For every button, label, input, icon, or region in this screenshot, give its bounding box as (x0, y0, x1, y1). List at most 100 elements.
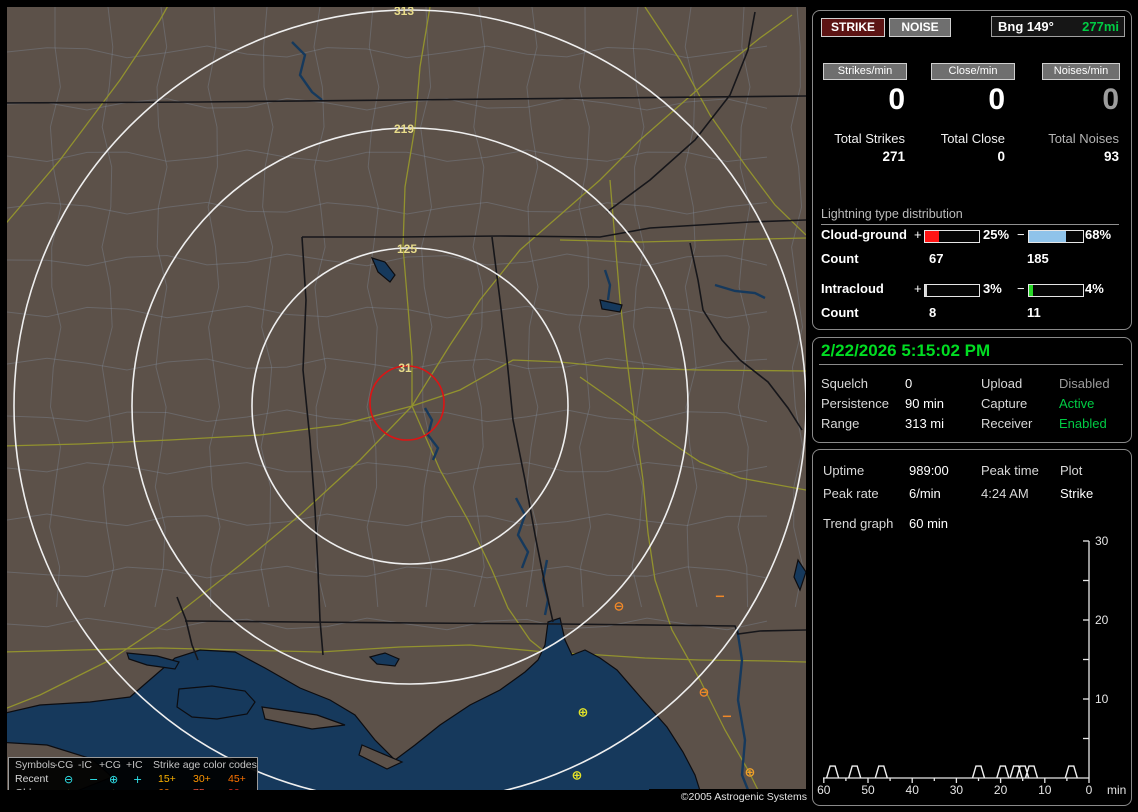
trend-graph: 10 20 30 0 10 20 30 40 50 60 min (817, 534, 1126, 797)
noises-per-min-value: 0 (1102, 83, 1119, 116)
svg-text:10: 10 (1095, 692, 1109, 706)
legend-col-pos-cg: +CG (99, 759, 121, 771)
ic-pos-sign: + (914, 281, 922, 296)
strike-stats-panel: STRIKE NOISE Bng 149° 277mi Strikes/min … (812, 10, 1132, 330)
trend-peaks (825, 765, 1078, 779)
svg-text:0: 0 (1086, 783, 1093, 797)
total-strikes-value: 271 (882, 149, 905, 164)
status-row-persistence: Persistence 90 min Capture Active (813, 396, 1119, 411)
old-circle-minus-icon: ⊖ (64, 787, 73, 790)
strikes-per-min-value: 0 (888, 83, 905, 116)
strike-symbol-circle-plus: ⊕ (744, 765, 756, 781)
receiver-label: Receiver (981, 416, 1033, 431)
strike-symbols-layer: ⊖ − ⊖ − ⊕ ⊕ ⊕ (7, 7, 806, 790)
trend-panel: Uptime 989:00 Peak time Plot Peak rate 6… (812, 449, 1132, 806)
strike-mode-button[interactable]: STRIKE (821, 18, 885, 37)
ic-pos-count: 8 (929, 305, 937, 320)
ic-count-label: Count (821, 305, 859, 320)
persistence-label: Persistence (821, 396, 889, 411)
squelch-value: 0 (905, 376, 913, 391)
strike-symbol-minus: − (721, 709, 733, 725)
ic-neg-percent: 4% (1085, 281, 1104, 296)
recent-circle-minus-icon: ⊖ (64, 773, 74, 786)
range-value: 313 mi (905, 416, 945, 431)
old-plus-icon: + (133, 787, 142, 790)
total-noises-label: Total Noises (1048, 131, 1119, 146)
ic-pos-bar (924, 284, 980, 297)
legend-col-neg-cg: -CG (54, 759, 74, 771)
strike-symbol-circle-minus: ⊖ (698, 685, 710, 701)
legend-col-neg-ic: -IC (78, 759, 92, 771)
svg-text:10: 10 (1038, 783, 1052, 797)
total-close-value: 0 (997, 149, 1005, 164)
cg-pos-count: 67 (929, 251, 944, 266)
old-circle-plus-icon: ⊕ (109, 787, 118, 790)
svg-text:min: min (1107, 783, 1126, 797)
datetime-display: 2/22/2026 5:15:02 PM (821, 341, 991, 360)
ic-neg-bar (1028, 284, 1084, 297)
recent-plus-icon: + (133, 773, 143, 786)
ic-neg-count: 11 (1027, 305, 1041, 320)
bearing-value: Bng 149° (998, 19, 1054, 34)
close-per-min-button[interactable]: Close/min (931, 63, 1015, 80)
age-code-90: 90+ (228, 787, 246, 790)
noise-mode-button[interactable]: NOISE (889, 18, 951, 37)
cg-neg-bar (1028, 230, 1084, 243)
cg-neg-percent: 68% (1085, 227, 1112, 242)
cg-neg-count: 185 (1027, 251, 1049, 266)
legend-row-recent-label: Recent (15, 773, 49, 785)
receiver-status: Enabled (1059, 416, 1107, 431)
copyright-text: ©2005 Astrogenic Systems (649, 789, 810, 806)
total-close-label: Total Close (940, 131, 1005, 146)
age-code-15: 15+ (158, 773, 176, 785)
noises-per-min-button[interactable]: Noises/min (1042, 63, 1120, 80)
cg-pos-percent: 25% (983, 227, 1010, 242)
total-noises-value: 93 (1103, 149, 1119, 164)
capture-status: Active (1059, 396, 1095, 411)
age-code-30: 30+ (193, 773, 211, 785)
upload-label: Upload (981, 376, 1023, 391)
svg-text:30: 30 (1095, 534, 1109, 548)
bearing-readout: Bng 149° 277mi (991, 16, 1125, 37)
strike-symbol-minus: − (714, 589, 726, 605)
ic-neg-sign: − (1017, 281, 1025, 296)
status-row-squelch: Squelch 0 Upload Disabled (813, 376, 1119, 391)
cg-pos-sign: + (914, 227, 922, 242)
ic-pos-percent: 3% (983, 281, 1002, 296)
capture-label: Capture (981, 396, 1028, 411)
persistence-value: 90 min (905, 396, 945, 411)
lightning-map-viewport: 313 219 125 31 ⊖ − ⊖ − ⊕ ⊕ ⊕ Symbols -CG -IC +… (7, 7, 806, 790)
svg-text:60: 60 (817, 783, 831, 797)
legend-row-old-label: Old (15, 787, 31, 790)
recent-minus-icon: − (89, 773, 99, 786)
cg-pos-bar (924, 230, 980, 243)
intracloud-label: Intracloud (821, 281, 884, 296)
recent-circle-plus-icon: ⊕ (109, 773, 119, 786)
total-strikes-label: Total Strikes (834, 131, 905, 146)
strike-symbol-circle-plus: ⊕ (571, 768, 583, 784)
status-row-range: Range 313 mi Receiver Enabled (813, 416, 1119, 431)
age-code-45: 45+ (228, 773, 246, 785)
upload-status: Disabled (1059, 376, 1110, 391)
svg-text:40: 40 (906, 783, 920, 797)
legend-col-pos-ic: +IC (126, 759, 143, 771)
distribution-title: Lightning type distribution (821, 207, 1119, 225)
age-code-60: 60+ (158, 787, 176, 790)
system-status-panel: 2/22/2026 5:15:02 PM Squelch 0 Upload Di… (812, 337, 1132, 443)
strike-symbol-circle-plus: ⊕ (577, 705, 589, 721)
squelch-label: Squelch (821, 376, 868, 391)
strike-symbol-circle-minus: ⊖ (613, 599, 625, 615)
legend-age-header: Strike age color codes (153, 759, 257, 771)
range-label: Range (821, 416, 860, 431)
datetime-divider (819, 364, 1123, 365)
svg-text:20: 20 (1095, 613, 1109, 627)
strikes-per-min-button[interactable]: Strikes/min (823, 63, 907, 80)
age-code-75: 75+ (193, 787, 211, 790)
cg-count-label: Count (821, 251, 859, 266)
old-minus-icon: − (89, 787, 98, 790)
map-legend: Symbols -CG -IC +CG +IC Strike age color… (8, 757, 258, 790)
close-per-min-value: 0 (988, 83, 1005, 116)
svg-text:50: 50 (861, 783, 875, 797)
svg-text:20: 20 (994, 783, 1008, 797)
svg-text:30: 30 (950, 783, 964, 797)
